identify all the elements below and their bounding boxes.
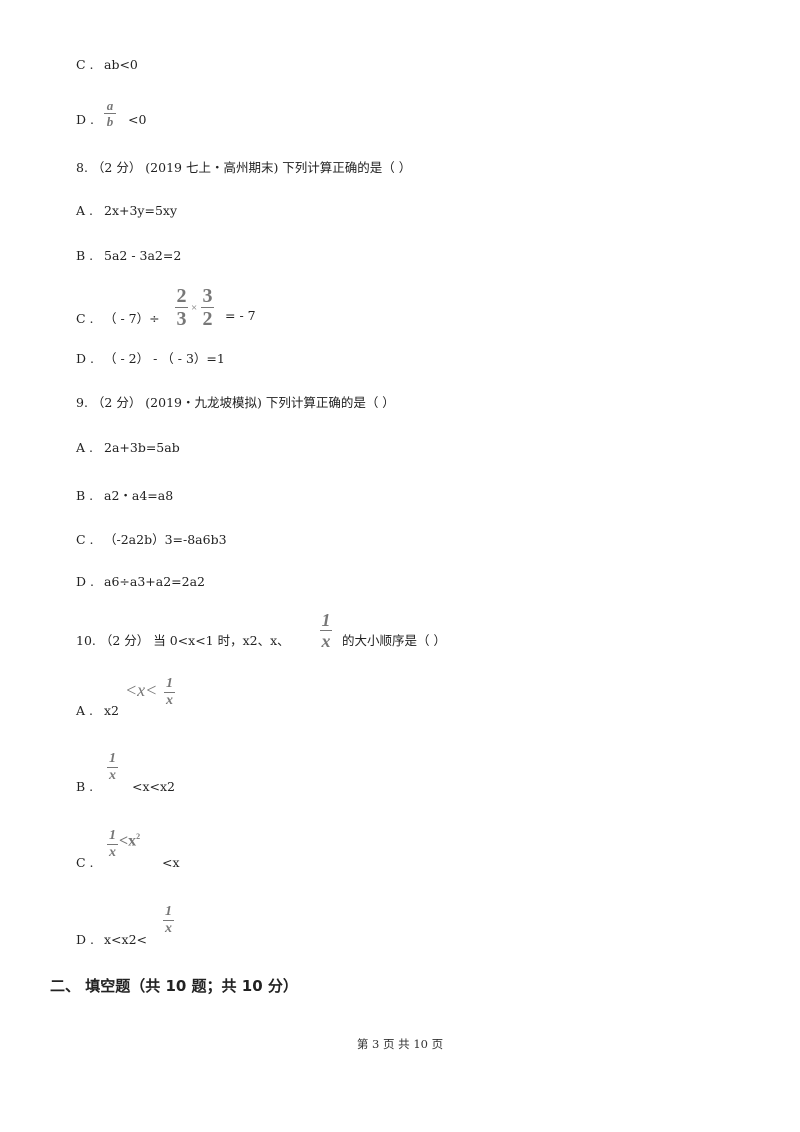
page-number-footer: 第 3 页 共 10 页 [356,1037,444,1051]
option-label: D . [76,932,94,947]
inequality-text: <x [119,832,137,850]
frac-numerator: 1 [165,904,172,919]
option-text: 5a2 - 3a2=2 [104,248,182,263]
option-label: C . [76,855,94,870]
q10-stem-after: 的大小顺序是（ ） [342,633,446,648]
option-label: D . [76,112,94,127]
q10-option-c: C . <x [76,855,180,870]
option-text: 2x+3y=5xy [104,203,178,218]
option-text: （ - 2） - （ - 3）=1 [104,351,225,366]
q10-option-d: D . x<x2< [76,932,147,947]
option-text: （-2a2b）3=-8a6b3 [104,532,227,547]
option-text: <x [161,855,180,870]
option-text-before: （ - 7）÷ [104,311,160,326]
q8-option-a: A . 2x+3y=5xy [76,203,177,218]
frac-numerator: 1 [109,751,116,766]
option-label: A . [76,703,93,718]
fraction-1-over-x: 1 x [107,829,118,860]
fraction-1-over-x: 1 x [107,752,118,783]
frac-denominator: x [109,845,116,860]
q8-option-b: B . 5a2 - 3a2=2 [76,248,181,263]
q9-option-d: D . a6÷a3+a2=2a2 [76,574,205,589]
q10-option-b: B . <x<x2 [76,779,175,794]
q10-option-a: A . x2 [76,703,119,718]
option-label: B . [76,488,94,503]
option-text: a6÷a3+a2=2a2 [104,574,205,589]
option-label: C . [76,57,94,72]
frac-numerator: 3 [202,285,213,307]
frac-denominator: x [109,768,116,783]
fraction-1-over-x: 1 x [163,905,174,936]
frac-numerator: 2 [176,285,187,307]
q9-option-b: B . a2・a4=a8 [76,485,173,504]
option-text: <0 [127,112,147,127]
frac-numerator: 1 [109,828,116,843]
option-a-inequality-image: <x< [125,680,158,700]
option-label: B . [76,248,94,263]
option-text: ab<0 [104,57,138,72]
q9-option-a: A . 2a+3b=5ab [76,440,180,455]
fraction-a-over-b: a b [104,99,116,128]
fraction-1-over-x: 1 x [320,611,332,650]
option-label: B . [76,779,94,794]
option-text: a2・a4=a8 [104,488,174,503]
q7-option-c: C . ab<0 [76,57,138,72]
fraction-2-over-3: 2 3 [175,286,188,329]
frac-numerator: a [106,98,114,113]
option-label: A . [76,203,93,218]
frac-denominator: x [166,693,173,708]
frac-denominator: b [106,114,114,129]
q9-stem: 9. （2 分） (2019・九龙坡模拟) 下列计算正确的是（ ） [76,395,395,410]
option-label: D . [76,351,94,366]
option-text: <x<x2 [131,779,175,794]
frac-denominator: x [321,631,331,651]
fraction-3-over-2: 3 2 [201,286,214,329]
q9-option-c: C . （-2a2b）3=-8a6b3 [76,529,227,548]
option-label: A . [76,440,93,455]
frac-numerator: 1 [321,610,331,630]
option-text: 2a+3b=5ab [104,440,180,455]
superscript: 2 [136,832,141,841]
option-label: D . [76,574,94,589]
option-text: x<x2< [104,932,147,947]
frac-denominator: 3 [176,308,187,330]
times-sign: × [191,302,198,314]
q8-stem: 8. （2 分） (2019 七上・高州期末) 下列计算正确的是（ ） [76,160,412,175]
frac-denominator: 2 [202,308,213,330]
section-heading-fill-in-blank: 二、 填空题（共 10 题；共 10 分） [50,977,298,995]
fraction-1-over-x: 1 x [164,677,175,708]
q8-option-c-after: = - 7 [225,308,256,323]
frac-numerator: 1 [166,676,173,691]
option-text: x2 [104,703,120,718]
option-label: C . [76,311,94,326]
option-label: C . [76,532,94,547]
frac-denominator: x [165,921,172,936]
q8-option-c: C . （ - 7）÷ [76,308,160,327]
q10-stem-before: 10. （2 分） 当 0<x<1 时，x2、x、 [76,633,290,648]
option-c-inequality-image: <x2 [119,832,140,850]
q8-option-d: D . （ - 2） - （ - 3）=1 [76,348,225,367]
